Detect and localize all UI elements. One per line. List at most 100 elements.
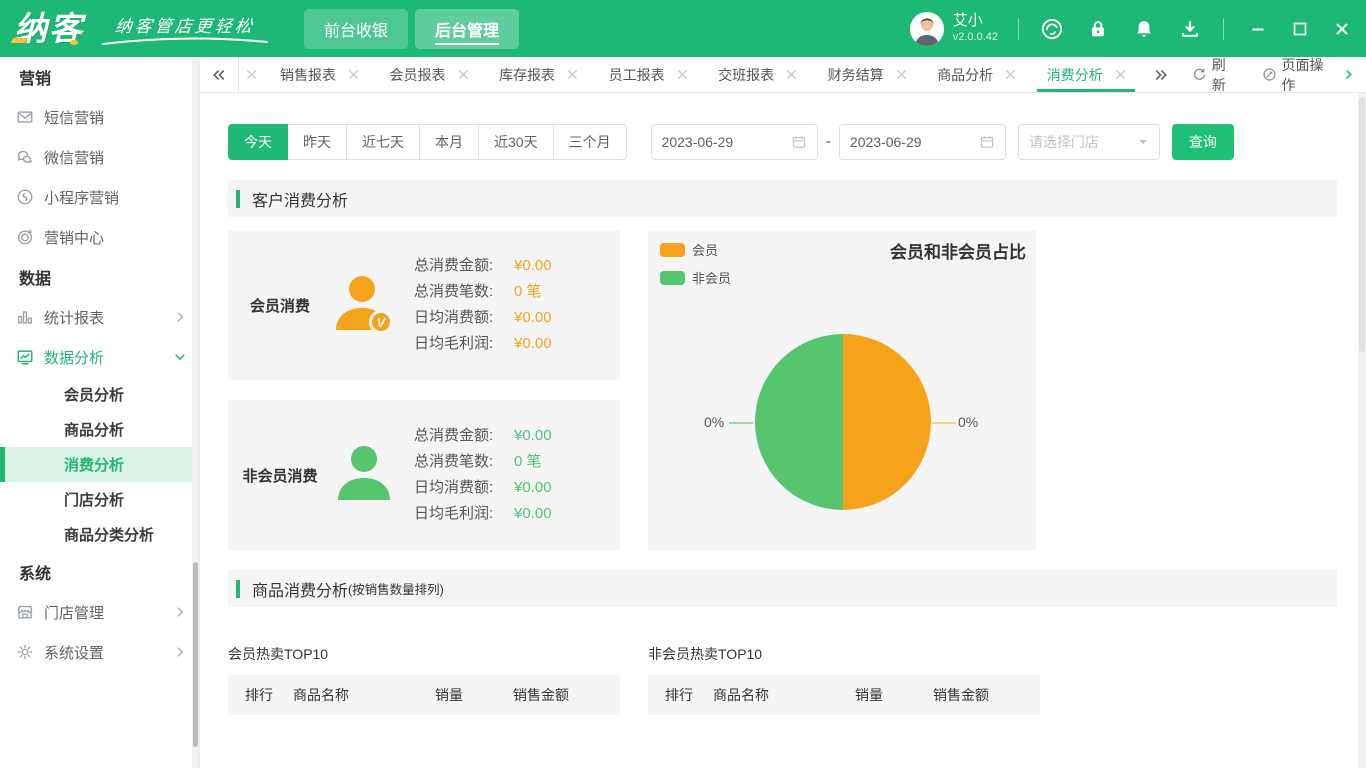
sidebar-subitem-product-analysis[interactable]: 商品分析 bbox=[0, 412, 199, 447]
column-sales-qty: 销量 bbox=[855, 687, 883, 703]
search-button[interactable]: 查询 bbox=[1171, 124, 1234, 160]
pie-percent-nonmember: 0% bbox=[704, 414, 725, 430]
nav-tab-backend-admin[interactable]: 后台管理 bbox=[415, 8, 519, 49]
date-to-field[interactable] bbox=[838, 124, 1006, 160]
member-badge-letter: V bbox=[377, 315, 387, 330]
close-button[interactable] bbox=[1332, 19, 1352, 39]
sidebar-item-store-management[interactable]: 门店管理 bbox=[0, 592, 199, 632]
scroll-tabs-left-icon[interactable] bbox=[200, 57, 238, 92]
range-three-months-button[interactable]: 三个月 bbox=[552, 124, 627, 160]
store-select[interactable]: 请选择门店 bbox=[1017, 124, 1160, 160]
date-from-field[interactable] bbox=[650, 124, 818, 160]
tabbar-right-controls: 刷新 页面操作 bbox=[1141, 55, 1366, 95]
stat-label: 总消费笔数: bbox=[414, 283, 494, 300]
tab-close-icon[interactable] bbox=[458, 69, 469, 80]
tab-close-icon[interactable] bbox=[1115, 69, 1126, 80]
member-stats: 总消费金额: ¥0.00 总消费笔数: 0 笔 日均消费额: ¥0.00 日均毛利润:… bbox=[414, 256, 552, 354]
gear-icon bbox=[16, 643, 34, 661]
range-today-button[interactable]: 今天 bbox=[228, 124, 288, 160]
sidebar-item-wechat-marketing[interactable]: 微信营销 bbox=[0, 137, 199, 177]
range-yesterday-button[interactable]: 昨天 bbox=[287, 124, 347, 160]
maximize-button[interactable] bbox=[1290, 19, 1310, 39]
tab-member-report[interactable]: 会员报表 bbox=[374, 57, 484, 92]
page-actions-expand-icon bbox=[1342, 68, 1355, 81]
legend-item-nonmember[interactable]: 非会员 bbox=[660, 268, 731, 287]
column-product-name: 商品名称 bbox=[713, 687, 769, 703]
sidebar-item-marketing-center[interactable]: 营销中心 bbox=[0, 217, 199, 257]
calendar-icon bbox=[979, 134, 995, 150]
main-scrollbar-thumb[interactable] bbox=[1359, 97, 1365, 352]
top-header: 纳客 纳客管店更轻松 前台收银 后台管理 艾小 v2.0.0.42 bbox=[0, 0, 1366, 57]
sidebar-item-data-analysis[interactable]: 数据分析 bbox=[0, 337, 199, 377]
sidebar-item-system-settings[interactable]: 系统设置 bbox=[0, 632, 199, 672]
date-to-input[interactable] bbox=[849, 134, 971, 150]
range-last30days-button[interactable]: 近30天 bbox=[478, 124, 554, 160]
tab-inventory-report[interactable]: 库存报表 bbox=[484, 57, 594, 92]
user-meta: 艾小 v2.0.0.42 bbox=[953, 12, 998, 45]
date-range-separator: - bbox=[825, 133, 831, 150]
tab-close-icon[interactable] bbox=[677, 69, 688, 80]
product-section-subtitle: (按销售数量排列) bbox=[348, 583, 444, 597]
bar-chart-icon bbox=[16, 308, 34, 326]
sidebar-subitem-store-analysis[interactable]: 门店分析 bbox=[0, 482, 199, 517]
customer-service-icon[interactable] bbox=[1039, 16, 1065, 42]
lock-icon[interactable] bbox=[1085, 16, 1111, 42]
sidebar-scrollbar-thumb[interactable] bbox=[193, 562, 198, 747]
tab-close-icon[interactable] bbox=[348, 69, 359, 80]
mail-icon bbox=[16, 108, 34, 126]
sidebar-subitem-product-category-analysis[interactable]: 商品分类分析 bbox=[0, 517, 199, 552]
main-scrollbar[interactable] bbox=[1358, 93, 1366, 768]
minimize-button[interactable] bbox=[1248, 19, 1268, 39]
stat-value: ¥0.00 bbox=[514, 505, 552, 522]
sidebar-subitem-consumption-analysis[interactable]: 消费分析 bbox=[0, 447, 199, 482]
tagline-swoosh bbox=[102, 36, 268, 45]
page-actions-button[interactable]: 页面操作 bbox=[1251, 55, 1366, 95]
refresh-button[interactable]: 刷新 bbox=[1181, 55, 1251, 95]
tab-close-icon[interactable] bbox=[567, 69, 578, 80]
pie-slice-member bbox=[843, 334, 931, 510]
member-top10-table: 会员热卖TOP10 排行 商品名称 销量 销售金额 bbox=[228, 632, 620, 715]
legend-label: 会员 bbox=[692, 243, 719, 258]
range-this-month-button[interactable]: 本月 bbox=[419, 124, 479, 160]
sidebar-scrollbar[interactable] bbox=[192, 57, 199, 768]
header-divider bbox=[1018, 17, 1019, 40]
legend-item-member[interactable]: 会员 bbox=[660, 240, 731, 259]
range-last7days-button[interactable]: 近七天 bbox=[346, 124, 420, 160]
sidebar-item-sms-marketing[interactable]: 短信营销 bbox=[0, 97, 199, 137]
sidebar-item-label: 数据分析 bbox=[44, 349, 105, 367]
tab-staff-report[interactable]: 员工报表 bbox=[593, 57, 703, 92]
sidebar-item-statistics-reports[interactable]: 统计报表 bbox=[0, 297, 199, 337]
scroll-tabs-right-icon[interactable] bbox=[1142, 67, 1180, 83]
sidebar-item-miniprogram-marketing[interactable]: 小程序营销 bbox=[0, 177, 199, 217]
window-controls bbox=[1248, 19, 1352, 39]
tab-close-icon[interactable] bbox=[1005, 69, 1016, 80]
tab-consumption-analysis[interactable]: 消费分析 bbox=[1031, 57, 1141, 92]
tab-close-icon[interactable] bbox=[786, 69, 797, 80]
stat-label: 日均消费额: bbox=[414, 309, 494, 326]
download-icon[interactable] bbox=[1177, 16, 1203, 42]
column-sales-amount: 销售金额 bbox=[933, 687, 989, 703]
section-accent-bar bbox=[236, 579, 240, 598]
member-card-title: 会员消费 bbox=[249, 297, 310, 315]
sidebar-section-system: 系统 bbox=[19, 566, 52, 583]
nav-tab-front-register[interactable]: 前台收银 bbox=[304, 8, 408, 49]
pie-chart-title: 会员和非会员占比 bbox=[890, 243, 1026, 262]
tab-close-icon[interactable] bbox=[896, 69, 907, 80]
stat-label: 总消费笔数: bbox=[414, 453, 494, 470]
page-actions-label: 页面操作 bbox=[1281, 56, 1324, 93]
sidebar-subitem-member-analysis[interactable]: 会员分析 bbox=[0, 377, 199, 412]
tab-finance-settlement[interactable]: 财务结算 bbox=[812, 57, 922, 92]
tab-label: 库存报表 bbox=[499, 66, 556, 83]
tab-sales-report[interactable]: 销售报表 bbox=[265, 57, 375, 92]
notifications-bell-icon[interactable] bbox=[1131, 16, 1157, 42]
date-from-input[interactable] bbox=[661, 134, 783, 150]
customer-section-title: 客户消费分析 bbox=[252, 192, 349, 210]
stat-row: 日均毛利润: ¥0.00 bbox=[414, 504, 552, 524]
tab-shift-report[interactable]: 交班报表 bbox=[703, 57, 813, 92]
tab-label: 员工报表 bbox=[608, 66, 665, 83]
hidden-tab-close-icon[interactable] bbox=[239, 57, 265, 92]
tab-product-analysis[interactable]: 商品分析 bbox=[922, 57, 1032, 92]
stat-label: 总消费金额: bbox=[414, 427, 494, 444]
user-account[interactable]: 艾小 v2.0.0.42 bbox=[909, 11, 998, 46]
header-divider bbox=[1223, 17, 1224, 40]
